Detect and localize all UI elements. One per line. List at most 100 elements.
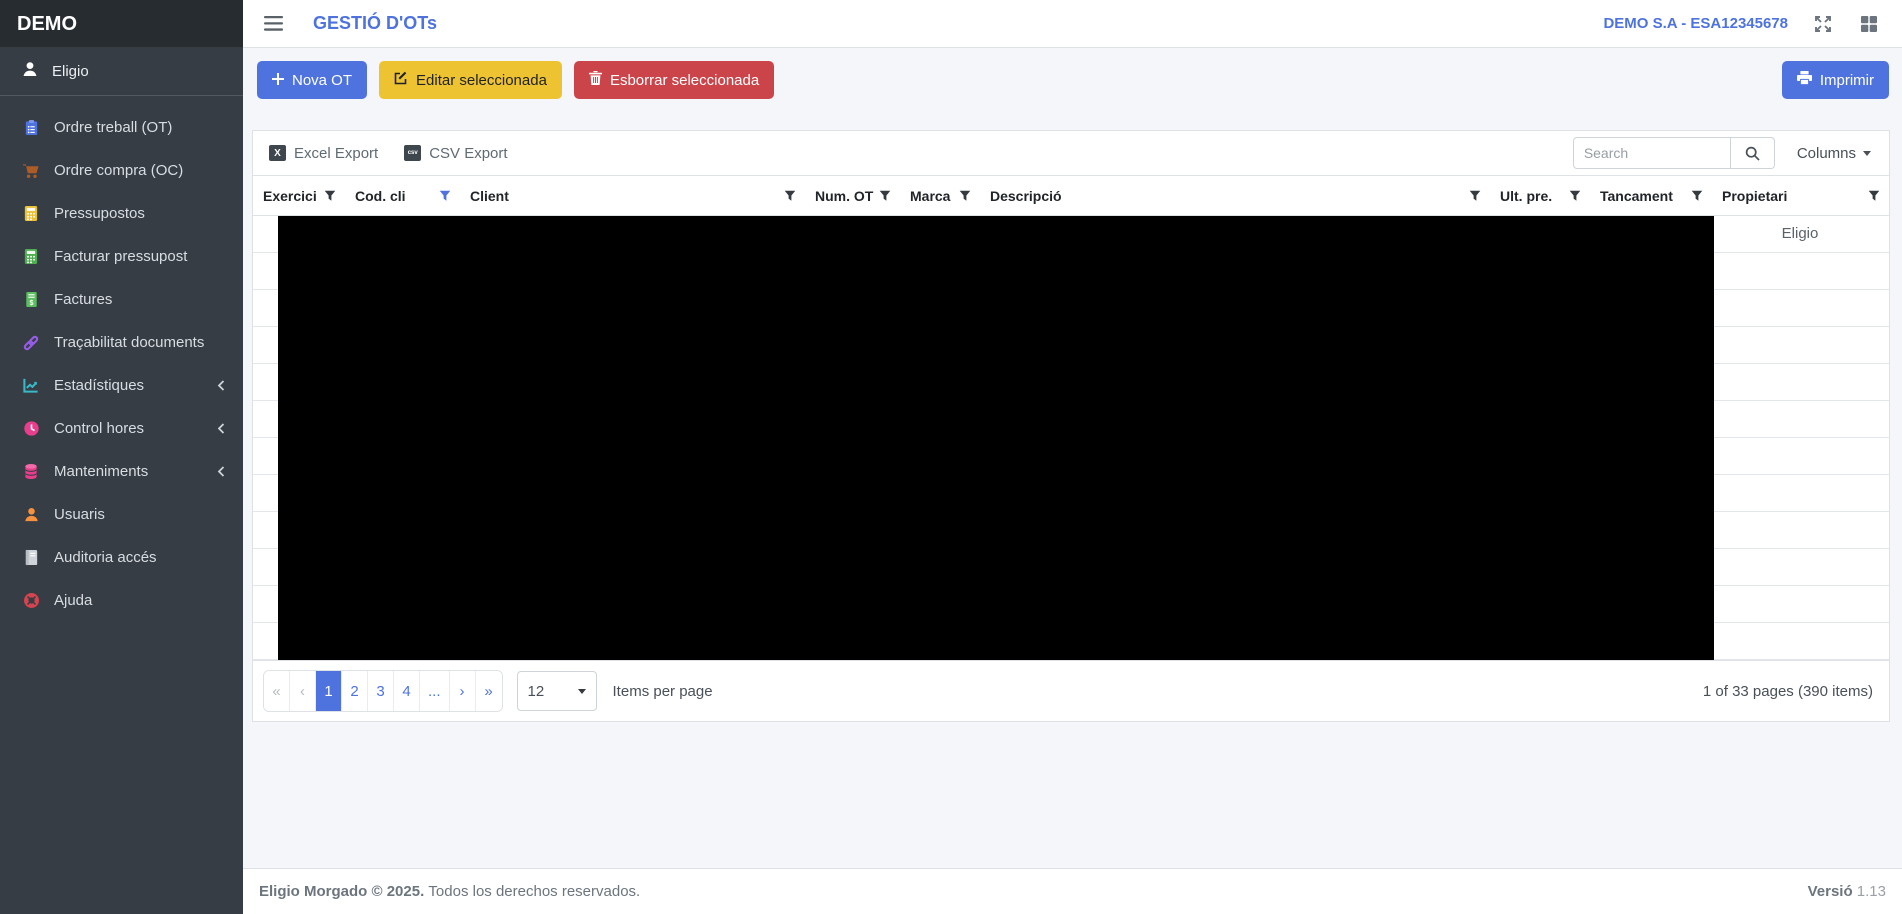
pager-last-button[interactable]: »: [476, 671, 502, 711]
column-header-cod-cli[interactable]: Cod. cli: [345, 176, 460, 215]
sidebar-item-estadistiques[interactable]: Estadístiques: [0, 364, 243, 407]
chart-icon: [21, 377, 41, 394]
sidebar-item-label: Usuaris: [54, 506, 105, 523]
sidebar-item-label: Factures: [54, 291, 112, 308]
filter-icon[interactable]: [1868, 190, 1880, 202]
brand-logo[interactable]: DEMO: [0, 0, 243, 48]
csv-icon: csv: [404, 145, 421, 161]
column-header-descripcio[interactable]: Descripció: [980, 176, 1490, 215]
user-name: Eligio: [52, 63, 89, 80]
column-header-client[interactable]: Client: [460, 176, 805, 215]
grid-pager: « ‹ 1 2 3 4 ... › » 12 Items per pag: [253, 660, 1889, 721]
print-button[interactable]: Imprimir: [1782, 61, 1889, 99]
propietari-cell: [1711, 623, 1889, 659]
footer-rights: Todos los derechos reservados.: [428, 883, 640, 900]
fullscreen-icon[interactable]: [1812, 13, 1834, 35]
delete-selected-button[interactable]: Esborrar seleccionada: [574, 61, 774, 99]
pager-page-4[interactable]: 4: [394, 671, 420, 711]
cart-icon: [21, 162, 41, 180]
user-panel[interactable]: Eligio: [0, 48, 243, 96]
filter-icon[interactable]: [1469, 190, 1481, 202]
pager-page-2[interactable]: 2: [342, 671, 368, 711]
pager-more-button[interactable]: ...: [420, 671, 450, 711]
sidebar-item-auditoria[interactable]: Auditoria accés: [0, 536, 243, 579]
propietari-cell: [1711, 549, 1889, 585]
sidebar-item-label: Ordre compra (OC): [54, 162, 183, 179]
edit-selected-button[interactable]: Editar seleccionada: [379, 61, 562, 99]
pager-page-1[interactable]: 1: [316, 671, 342, 711]
sidebar-menu: Ordre treball (OT) Ordre compra (OC) Pre…: [0, 96, 243, 622]
sidebar-item-control-hores[interactable]: Control hores: [0, 407, 243, 450]
sidebar-item-facturar-pressupost[interactable]: Facturar pressupost: [0, 235, 243, 278]
link-icon: [21, 334, 41, 352]
sidebar: DEMO Eligio Ordre treball (OT) Ordre com…: [0, 0, 243, 914]
calculator-icon: [21, 205, 41, 222]
toolbar-right: Columns: [1573, 137, 1879, 169]
plus-icon: [272, 72, 284, 89]
pager-prev-button[interactable]: ‹: [290, 671, 316, 711]
sidebar-item-ordre-compra[interactable]: Ordre compra (OC): [0, 149, 243, 192]
column-header-propietari[interactable]: Propietari: [1712, 176, 1889, 215]
column-header-exercici[interactable]: Exercici: [253, 176, 345, 215]
redacted-area: [278, 216, 1714, 660]
sidebar-item-label: Ajuda: [54, 592, 92, 609]
sidebar-item-label: Pressupostos: [54, 205, 145, 222]
sidebar-item-pressupostos[interactable]: Pressupostos: [0, 192, 243, 235]
sidebar-item-label: Ordre treball (OT): [54, 119, 172, 136]
column-header-num-ot[interactable]: Num. OT: [805, 176, 900, 215]
new-ot-button[interactable]: Nova OT: [257, 61, 367, 99]
footer-version: Versió 1.13: [1808, 883, 1886, 900]
grid-card: X Excel Export csv CSV Export: [252, 130, 1890, 722]
sidebar-item-usuaris[interactable]: Usuaris: [0, 493, 243, 536]
pager-info: 1 of 33 pages (390 items): [1703, 683, 1873, 700]
csv-export-button[interactable]: csv CSV Export: [404, 145, 507, 162]
user-icon: [21, 60, 39, 83]
app-root: DEMO Eligio Ordre treball (OT) Ordre com…: [0, 0, 1902, 914]
columns-button[interactable]: Columns: [1789, 145, 1879, 162]
menu-toggle-icon[interactable]: [260, 12, 287, 35]
filter-icon[interactable]: [1569, 190, 1581, 202]
company-name: DEMO S.A - ESA12345678: [1603, 15, 1788, 32]
topbar: GESTIÓ D'OTs DEMO S.A - ESA12345678: [243, 0, 1902, 48]
filter-icon[interactable]: [784, 190, 796, 202]
filter-icon[interactable]: [324, 190, 336, 202]
database-icon: [21, 463, 41, 480]
search-icon[interactable]: [1731, 137, 1775, 169]
caret-down-icon: [1863, 151, 1871, 156]
sidebar-item-ajuda[interactable]: Ajuda: [0, 579, 243, 622]
sidebar-item-label: Control hores: [54, 420, 144, 437]
sidebar-item-label: Manteniments: [54, 463, 148, 480]
search-group: [1573, 137, 1775, 169]
grid-toolbar: X Excel Export csv CSV Export: [253, 131, 1889, 175]
sidebar-item-factures[interactable]: $ Factures: [0, 278, 243, 321]
sidebar-item-label: Auditoria accés: [54, 549, 157, 566]
sidebar-item-manteniments[interactable]: Manteniments: [0, 450, 243, 493]
filter-icon[interactable]: [1691, 190, 1703, 202]
excel-export-button[interactable]: X Excel Export: [269, 145, 378, 162]
content: Nova OT Editar seleccionada Esborrar sel…: [243, 48, 1902, 868]
filter-icon[interactable]: [879, 190, 891, 202]
svg-text:$: $: [29, 299, 33, 307]
sidebar-item-ordre-treball[interactable]: Ordre treball (OT): [0, 106, 243, 149]
filter-icon[interactable]: [959, 190, 971, 202]
user-icon: [21, 506, 41, 523]
grid-header-row: Exercici Cod. cli Client Num. OT: [253, 175, 1889, 216]
propietari-cell: [1711, 401, 1889, 437]
grid-view-icon[interactable]: [1858, 13, 1880, 35]
page-size-select[interactable]: 12: [517, 671, 597, 711]
propietari-cell: [1711, 290, 1889, 326]
pager-next-button[interactable]: ›: [450, 671, 476, 711]
pager-first-button[interactable]: «: [264, 671, 290, 711]
filter-icon-active[interactable]: [439, 190, 451, 202]
footer: Eligio Morgado © 2025. Todos los derecho…: [243, 868, 1902, 914]
column-header-marca[interactable]: Marca: [900, 176, 980, 215]
edit-icon: [394, 71, 408, 89]
column-header-tancament[interactable]: Tancament: [1590, 176, 1712, 215]
pager-page-3[interactable]: 3: [368, 671, 394, 711]
propietari-cell: [1711, 475, 1889, 511]
search-input[interactable]: [1573, 137, 1731, 169]
printer-icon: [1797, 71, 1812, 89]
column-header-ult-pre[interactable]: Ult. pre.: [1490, 176, 1590, 215]
footer-copyright: Eligio Morgado © 2025.: [259, 883, 424, 900]
sidebar-item-tracabilitat[interactable]: Traçabilitat documents: [0, 321, 243, 364]
